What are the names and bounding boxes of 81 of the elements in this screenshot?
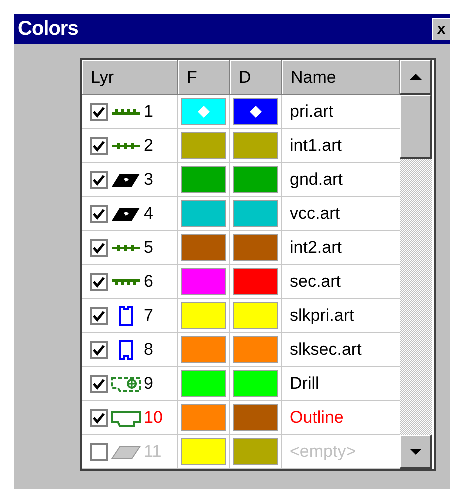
color-swatch[interactable] bbox=[233, 336, 278, 363]
column-header[interactable]: D bbox=[230, 60, 282, 95]
layer-number: 1 bbox=[144, 100, 154, 123]
color-swatch[interactable] bbox=[233, 438, 278, 465]
layer-name: int1.art bbox=[290, 134, 342, 157]
layer-number: 9 bbox=[144, 372, 154, 395]
layer-number: 6 bbox=[144, 270, 154, 293]
layer-checkbox[interactable] bbox=[90, 204, 108, 222]
color-swatch[interactable] bbox=[233, 132, 278, 159]
color-swatch[interactable] bbox=[233, 268, 278, 295]
checkmark-icon bbox=[92, 376, 106, 390]
layer-number: 11 bbox=[144, 440, 162, 463]
color-swatch[interactable] bbox=[181, 268, 226, 295]
color-swatch[interactable] bbox=[181, 200, 226, 227]
scroll-down-button[interactable] bbox=[400, 435, 432, 469]
layer-number: 4 bbox=[144, 202, 154, 225]
diamond-icon bbox=[198, 106, 210, 118]
layer-checkbox[interactable] bbox=[90, 238, 108, 256]
layer-name: vcc.art bbox=[290, 202, 340, 225]
checkmark-icon bbox=[92, 274, 106, 288]
checkmark-icon bbox=[92, 172, 106, 186]
up-arrow-icon bbox=[410, 73, 422, 81]
color-swatch[interactable] bbox=[181, 404, 226, 431]
layer-name: slkpri.art bbox=[290, 304, 354, 327]
color-swatch[interactable] bbox=[181, 132, 226, 159]
scroll-thumb[interactable] bbox=[400, 95, 432, 159]
layer-number: 2 bbox=[144, 134, 154, 157]
color-swatch[interactable] bbox=[233, 370, 278, 397]
layer-number: 7 bbox=[144, 304, 154, 327]
layer-number: 8 bbox=[144, 338, 154, 361]
color-swatch[interactable] bbox=[181, 98, 226, 125]
color-swatch[interactable] bbox=[233, 200, 278, 227]
color-swatch[interactable] bbox=[233, 98, 278, 125]
layer-name: Drill bbox=[290, 372, 320, 395]
down-arrow-icon bbox=[410, 448, 422, 456]
layer-checkbox[interactable] bbox=[90, 442, 108, 460]
close-button[interactable]: x bbox=[432, 18, 450, 40]
checkmark-icon bbox=[92, 308, 106, 322]
layer-name: Outline bbox=[290, 406, 344, 429]
color-swatch[interactable] bbox=[181, 336, 226, 363]
layer-checkbox[interactable] bbox=[90, 374, 108, 392]
color-swatch[interactable] bbox=[233, 234, 278, 261]
layer-checkbox[interactable] bbox=[90, 272, 108, 290]
layer-name: sec.art bbox=[290, 270, 342, 293]
layer-checkbox[interactable] bbox=[90, 408, 108, 426]
diamond-icon bbox=[250, 106, 262, 118]
checkmark-icon bbox=[92, 240, 106, 254]
column-header[interactable]: Name bbox=[282, 60, 400, 95]
layer-number: 3 bbox=[144, 168, 154, 191]
color-swatch[interactable] bbox=[181, 370, 226, 397]
trace-icon bbox=[112, 278, 140, 284]
layer-name: slksec.art bbox=[290, 338, 362, 361]
layer-checkbox[interactable] bbox=[90, 170, 108, 188]
checkmark-icon bbox=[92, 410, 106, 424]
scrollbar[interactable] bbox=[400, 60, 432, 469]
color-swatch[interactable] bbox=[233, 166, 278, 193]
color-swatch[interactable] bbox=[233, 302, 278, 329]
color-swatch[interactable] bbox=[181, 234, 226, 261]
column-header[interactable]: F bbox=[178, 60, 230, 95]
color-swatch[interactable] bbox=[181, 438, 226, 465]
layer-name: <empty> bbox=[290, 440, 356, 463]
layer-checkbox[interactable] bbox=[90, 136, 108, 154]
color-swatch[interactable] bbox=[181, 302, 226, 329]
layer-checkbox[interactable] bbox=[90, 306, 108, 324]
layer-name: gnd.art bbox=[290, 168, 343, 191]
layer-name: int2.art bbox=[290, 236, 342, 259]
layer-checkbox[interactable] bbox=[90, 102, 108, 120]
color-swatch[interactable] bbox=[233, 404, 278, 431]
trace-icon bbox=[112, 108, 140, 114]
checkmark-icon bbox=[92, 138, 106, 152]
checkmark-icon bbox=[92, 104, 106, 118]
layer-name: pri.art bbox=[290, 100, 334, 123]
checkmark-icon bbox=[92, 342, 106, 356]
column-header[interactable]: Lyr bbox=[82, 60, 178, 95]
checkmark-icon bbox=[92, 206, 106, 220]
scroll-up-button[interactable] bbox=[400, 60, 432, 95]
layer-checkbox[interactable] bbox=[90, 340, 108, 358]
color-swatch[interactable] bbox=[181, 166, 226, 193]
layer-number: 10 bbox=[144, 406, 163, 429]
layer-number: 5 bbox=[144, 236, 154, 259]
window-title: Colors bbox=[18, 17, 78, 42]
